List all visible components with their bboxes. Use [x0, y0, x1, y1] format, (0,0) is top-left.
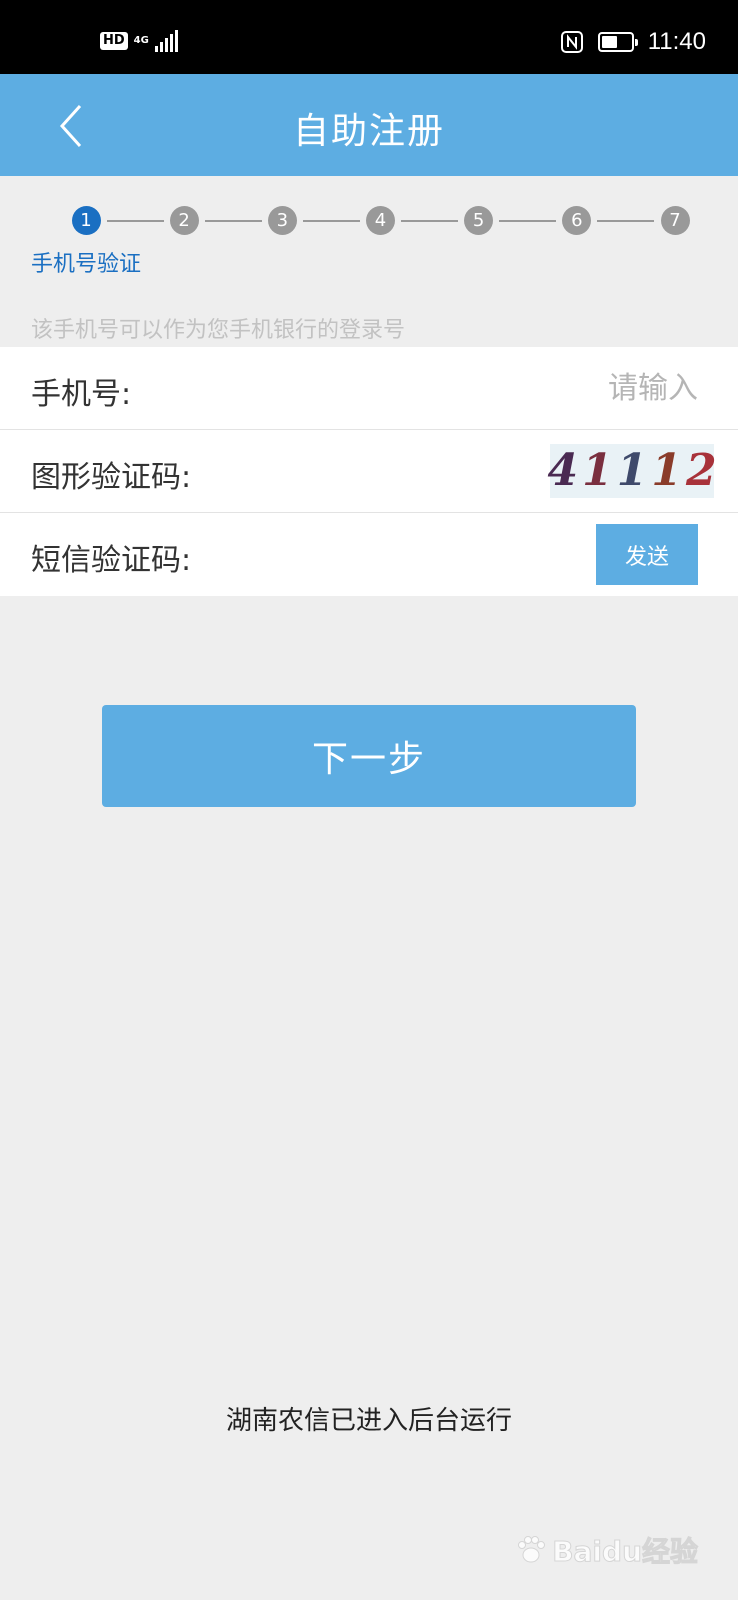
step-5: 5 — [464, 206, 494, 235]
step-progress: 手机号验证 1 2 3 4 5 6 7 — [0, 176, 738, 286]
signal-icon — [154, 30, 178, 52]
battery-icon — [597, 32, 638, 52]
send-sms-button[interactable]: 发送 — [596, 524, 698, 585]
page-title: 自助注册 — [292, 111, 445, 152]
captcha-label: 图形验证码: — [31, 460, 192, 495]
step-4: 4 — [366, 206, 395, 235]
next-step-button[interactable]: 下一步 — [102, 705, 636, 807]
step-connector — [597, 220, 655, 222]
sms-label: 短信验证码: — [31, 543, 192, 578]
phone-label: 手机号: — [31, 377, 132, 412]
baidu-watermark: Baidu经验 — [514, 1530, 698, 1570]
captcha-char: 1 — [651, 445, 682, 496]
step-6: 6 — [562, 206, 592, 235]
step-2: 2 — [169, 206, 199, 235]
captcha-row: 图形验证码: 41112 — [0, 430, 738, 513]
captcha-char: 1 — [582, 445, 613, 496]
step-3: 3 — [267, 206, 297, 235]
battery-level — [601, 36, 618, 48]
step-connector — [302, 220, 360, 222]
app-header: 自助注册 — [0, 74, 738, 176]
status-bar: HD 4G 11:40 — [0, 0, 738, 74]
captcha-image[interactable]: 41112 — [547, 444, 717, 498]
step-connector — [401, 220, 459, 222]
phone-input[interactable] — [338, 361, 698, 415]
clock: 11:40 — [647, 28, 706, 55]
register-form: 手机号: 图形验证码: 41112 短信验证码: 发送 — [0, 347, 738, 596]
watermark-text: Baidu经验 — [552, 1535, 699, 1569]
background-toast: 湖南农信已进入后台运行 — [225, 1406, 512, 1436]
sms-row: 短信验证码: 发送 — [0, 513, 738, 596]
screen: HD 4G 11:40 自助注册 手机号验证 1 2 3 4 5 6 7 该手机… — [0, 0, 738, 1600]
status-left: HD 4G — [100, 30, 178, 52]
captcha-char: 4 — [547, 445, 579, 496]
hd-badge: HD — [100, 32, 128, 50]
step-connector — [499, 220, 557, 222]
network-type: 4G — [133, 35, 149, 46]
captcha-char: 2 — [685, 445, 717, 496]
nfc-icon — [560, 31, 583, 53]
step-connector — [106, 220, 164, 222]
paw-icon — [518, 1536, 546, 1563]
step-1: 1 — [71, 206, 101, 235]
phone-row: 手机号: — [0, 347, 738, 430]
phone-hint: 该手机号可以作为您手机银行的登录号 — [31, 318, 406, 343]
status-right: 11:40 — [560, 28, 706, 56]
step-connector — [204, 220, 262, 222]
captcha-char: 1 — [616, 445, 648, 496]
step-7: 7 — [660, 206, 690, 235]
current-step-label: 手机号验证 — [31, 252, 142, 277]
